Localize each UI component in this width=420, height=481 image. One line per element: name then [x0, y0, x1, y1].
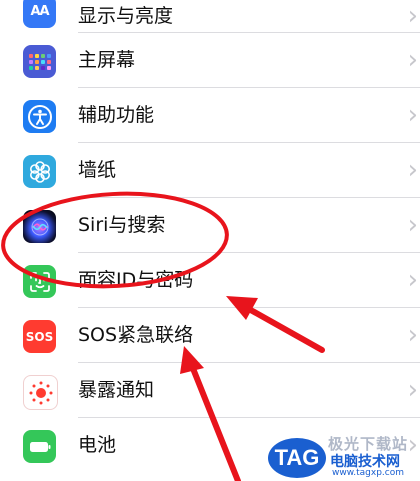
chevron-right-icon: › — [407, 155, 418, 185]
watermark-badge: TAG — [268, 438, 326, 478]
settings-item-exposure-notifications[interactable]: 暴露通知 › — [0, 363, 420, 418]
battery-icon — [23, 430, 56, 463]
chevron-right-icon: › — [407, 210, 418, 240]
settings-item-label: 主屏幕 — [78, 49, 136, 71]
exposure-notification-icon — [23, 375, 58, 410]
chevron-right-icon: › — [407, 375, 418, 405]
chevron-right-icon: › — [407, 45, 418, 75]
settings-item-face-id-passcode[interactable]: 面容ID与密码 › — [0, 253, 420, 308]
settings-item-label: 辅助功能 — [78, 104, 155, 126]
settings-item-label: Siri与搜索 — [78, 214, 166, 236]
settings-item-wallpaper[interactable]: 墙纸 › — [0, 143, 420, 198]
settings-item-accessibility[interactable]: 辅助功能 › — [0, 88, 420, 143]
siri-icon — [23, 210, 56, 243]
settings-item-siri-search[interactable]: Siri与搜索 › — [0, 198, 420, 253]
chevron-right-icon: › — [407, 265, 418, 295]
watermark: TAG 极光下载站 电脑技术网 www.tagxp.com — [268, 435, 420, 481]
settings-item-label: 显示与亮度 — [78, 5, 174, 27]
sos-icon: SOS — [23, 320, 56, 353]
settings-item-label: 暴露通知 — [78, 379, 155, 401]
home-screen-icon — [23, 45, 56, 78]
watermark-url: www.tagxp.com — [332, 468, 404, 478]
chevron-right-icon: › — [407, 1, 418, 31]
chevron-right-icon: › — [407, 100, 418, 130]
wallpaper-icon — [23, 155, 56, 188]
face-id-icon — [23, 265, 56, 298]
settings-item-label: 电池 — [78, 434, 117, 456]
settings-item-label: SOS紧急联络 — [78, 324, 194, 346]
settings-list: AA 显示与亮度 › 主屏幕 › 辅助功能 › 墙纸 › Siri与搜索 › 面… — [0, 0, 420, 473]
settings-item-home-screen[interactable]: 主屏幕 › — [0, 33, 420, 88]
accessibility-icon — [23, 100, 56, 133]
display-brightness-icon: AA — [23, 0, 56, 28]
settings-item-display-brightness[interactable]: AA 显示与亮度 › — [0, 0, 420, 33]
settings-item-label: 面容ID与密码 — [78, 269, 194, 291]
settings-item-emergency-sos[interactable]: SOS SOS紧急联络 › — [0, 308, 420, 363]
chevron-right-icon: › — [407, 320, 418, 350]
settings-item-label: 墙纸 — [78, 159, 117, 181]
